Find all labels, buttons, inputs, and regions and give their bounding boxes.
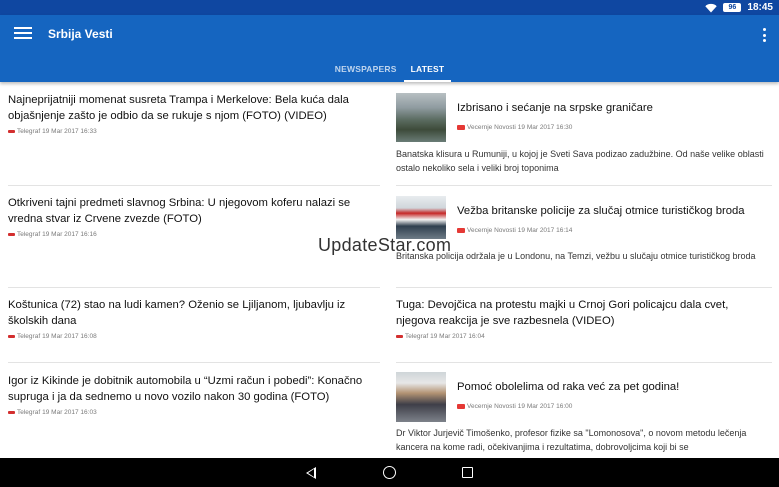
- divider: [8, 362, 380, 363]
- article-summary: Britanska policija održala je u Londonu,…: [396, 251, 756, 261]
- article-date: 19 Mar 2017 16:03: [42, 409, 97, 416]
- tab-bar: NEWSPAPERS LATEST: [0, 61, 779, 82]
- article-source: Telegraf: [17, 231, 41, 238]
- article-date: 19 Mar 2017 16:14: [517, 227, 573, 234]
- divider: [396, 362, 772, 363]
- back-icon[interactable]: [306, 467, 316, 479]
- article-source: Vecernje Novosti: [467, 227, 516, 234]
- article-date: 19 Mar 2017 16:33: [42, 128, 97, 135]
- source-logo-icon: [8, 335, 15, 338]
- article-date: 19 Mar 2017 16:04: [430, 333, 485, 340]
- article-source: Telegraf: [17, 409, 41, 416]
- clock: 18:45: [747, 2, 773, 13]
- source-logo-icon: [457, 228, 465, 233]
- tab-newspapers[interactable]: NEWSPAPERS: [328, 61, 404, 82]
- list-item[interactable]: Igor iz Kikinde je dobitnik automobila u…: [8, 374, 380, 416]
- article-date: 19 Mar 2017 16:00: [517, 403, 573, 410]
- app-title: Srbija Vesti: [48, 27, 113, 41]
- source-logo-icon: [457, 404, 465, 409]
- list-item[interactable]: Tuga: Devojčica na protestu majki u Crno…: [396, 298, 766, 340]
- article-source: Telegraf: [405, 333, 429, 340]
- article-source: Vecernje Novosti: [467, 403, 516, 410]
- article-source: Vecernje Novosti: [467, 124, 516, 131]
- battery-level: 96: [728, 4, 737, 11]
- article-source: Telegraf: [17, 128, 41, 135]
- list-item[interactable]: Otkriveni tajni predmeti slavnog Srbina:…: [8, 196, 380, 238]
- article-title[interactable]: Vežba britanske policije za slučaj otmic…: [457, 204, 772, 220]
- divider: [396, 287, 772, 288]
- article-source: Telegraf: [17, 333, 41, 340]
- more-options-icon[interactable]: [761, 28, 767, 42]
- battery-icon: 96: [723, 3, 742, 12]
- list-item[interactable]: Najneprijatniji momenat susreta Trampa i…: [8, 93, 380, 135]
- source-logo-icon: [8, 233, 15, 236]
- recent-apps-icon[interactable]: [462, 467, 473, 478]
- article-thumbnail[interactable]: [396, 196, 446, 239]
- article-title: Igor iz Kikinde je dobitnik automobila u…: [8, 375, 363, 403]
- home-icon[interactable]: [383, 466, 396, 479]
- menu-icon[interactable]: [14, 27, 32, 41]
- article-title[interactable]: Izbrisano i sećanje na srpske graničare: [457, 101, 767, 117]
- article-meta: Telegraf 19 Mar 2017 16:08: [8, 333, 380, 340]
- divider: [8, 287, 380, 288]
- app-bar: Srbija Vesti NEWSPAPERS LATEST: [0, 15, 779, 82]
- article-meta: Vecernje Novosti 19 Mar 2017 16:30: [457, 124, 572, 131]
- article-title: Koštunica (72) stao na ludi kamen? Oženi…: [8, 299, 346, 327]
- article-summary: Dr Viktor Jurjevič Timošenko, profesor f…: [396, 428, 747, 452]
- article-date: 19 Mar 2017 16:08: [42, 333, 97, 340]
- watermark: UpdateStar.com: [318, 235, 452, 255]
- article-thumbnail[interactable]: [396, 93, 446, 142]
- article-title: Najneprijatniji momenat susreta Trampa i…: [8, 94, 349, 122]
- article-meta: Vecernje Novosti 19 Mar 2017 16:14: [457, 227, 572, 234]
- divider: [396, 185, 772, 186]
- wifi-icon: [705, 3, 718, 12]
- source-logo-icon: [396, 335, 403, 338]
- source-logo-icon: [8, 130, 15, 133]
- news-list: Najneprijatniji momenat susreta Trampa i…: [0, 82, 779, 458]
- article-meta: Telegraf 19 Mar 2017 16:33: [8, 128, 380, 135]
- source-logo-icon: [8, 411, 15, 414]
- article-title[interactable]: Pomoć obolelima od raka već za pet godin…: [457, 380, 767, 396]
- article-title: Otkriveni tajni predmeti slavnog Srbina:…: [8, 197, 351, 225]
- article-thumbnail[interactable]: [396, 372, 446, 422]
- source-logo-icon: [457, 125, 465, 130]
- article-date: 19 Mar 2017 16:30: [517, 124, 573, 131]
- article-meta: Telegraf 19 Mar 2017 16:03: [8, 409, 380, 416]
- list-item[interactable]: Koštunica (72) stao na ludi kamen? Oženi…: [8, 298, 380, 340]
- article-meta: Telegraf 19 Mar 2017 16:04: [396, 333, 766, 340]
- tab-latest[interactable]: LATEST: [403, 61, 452, 82]
- status-bar: 96 18:45: [0, 0, 779, 15]
- divider: [8, 185, 380, 186]
- navigation-bar: [0, 458, 779, 487]
- article-summary: Banatska klisura u Rumuniji, u kojoj je …: [396, 149, 764, 173]
- article-date: 19 Mar 2017 16:16: [42, 231, 97, 238]
- article-meta: Vecernje Novosti 19 Mar 2017 16:00: [457, 403, 572, 410]
- article-title: Tuga: Devojčica na protestu majki u Crno…: [396, 299, 729, 327]
